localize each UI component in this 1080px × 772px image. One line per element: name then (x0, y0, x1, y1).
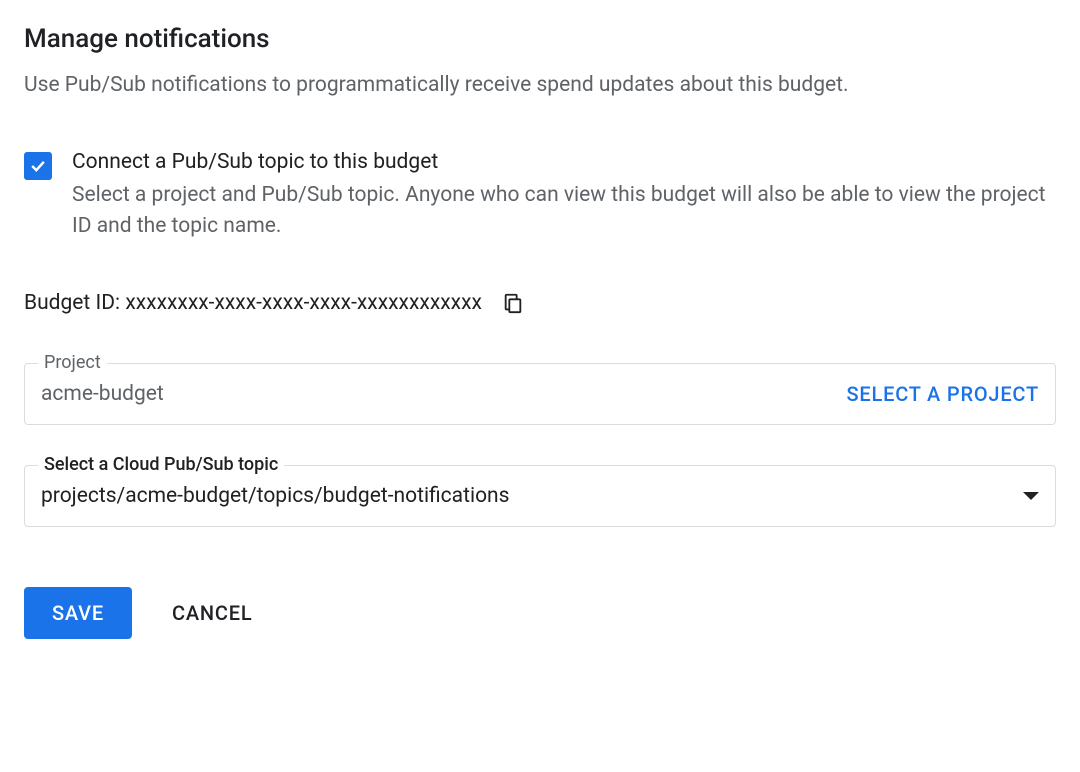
page-description: Use Pub/Sub notifications to programmati… (24, 70, 1056, 102)
copy-icon[interactable] (502, 292, 524, 314)
project-field: Project acme-budget SELECT A PROJECT (24, 363, 1056, 425)
pubsub-checkbox[interactable] (24, 152, 52, 180)
project-field-label: Project (38, 352, 107, 373)
budget-id-value: xxxxxxxx-xxxx-xxxx-xxxx-xxxxxxxxxxxx (125, 291, 482, 315)
select-project-button[interactable]: SELECT A PROJECT (846, 382, 1039, 406)
topic-field: Select a Cloud Pub/Sub topic projects/ac… (24, 465, 1056, 527)
page-title: Manage notifications (24, 24, 1056, 54)
project-field-border[interactable]: acme-budget SELECT A PROJECT (24, 363, 1056, 425)
cancel-button[interactable]: CANCEL (172, 601, 252, 625)
chevron-down-icon (1023, 492, 1039, 500)
budget-id-label: Budget ID: (24, 291, 125, 315)
button-row: SAVE CANCEL (24, 587, 1056, 639)
pubsub-checkbox-row: Connect a Pub/Sub topic to this budget S… (24, 150, 1056, 243)
checkmark-icon (28, 156, 48, 176)
project-field-value: acme-budget (41, 382, 164, 406)
budget-id-row: Budget ID: xxxxxxxx-xxxx-xxxx-xxxx-xxxxx… (24, 291, 1056, 315)
budget-id-text: Budget ID: xxxxxxxx-xxxx-xxxx-xxxx-xxxxx… (24, 291, 482, 315)
topic-field-value: projects/acme-budget/topics/budget-notif… (41, 484, 510, 508)
checkbox-label: Connect a Pub/Sub topic to this budget (72, 150, 1056, 174)
save-button[interactable]: SAVE (24, 587, 132, 639)
topic-field-label: Select a Cloud Pub/Sub topic (38, 454, 284, 475)
checkbox-content: Connect a Pub/Sub topic to this budget S… (72, 150, 1056, 243)
checkbox-description: Select a project and Pub/Sub topic. Anyo… (72, 180, 1056, 243)
